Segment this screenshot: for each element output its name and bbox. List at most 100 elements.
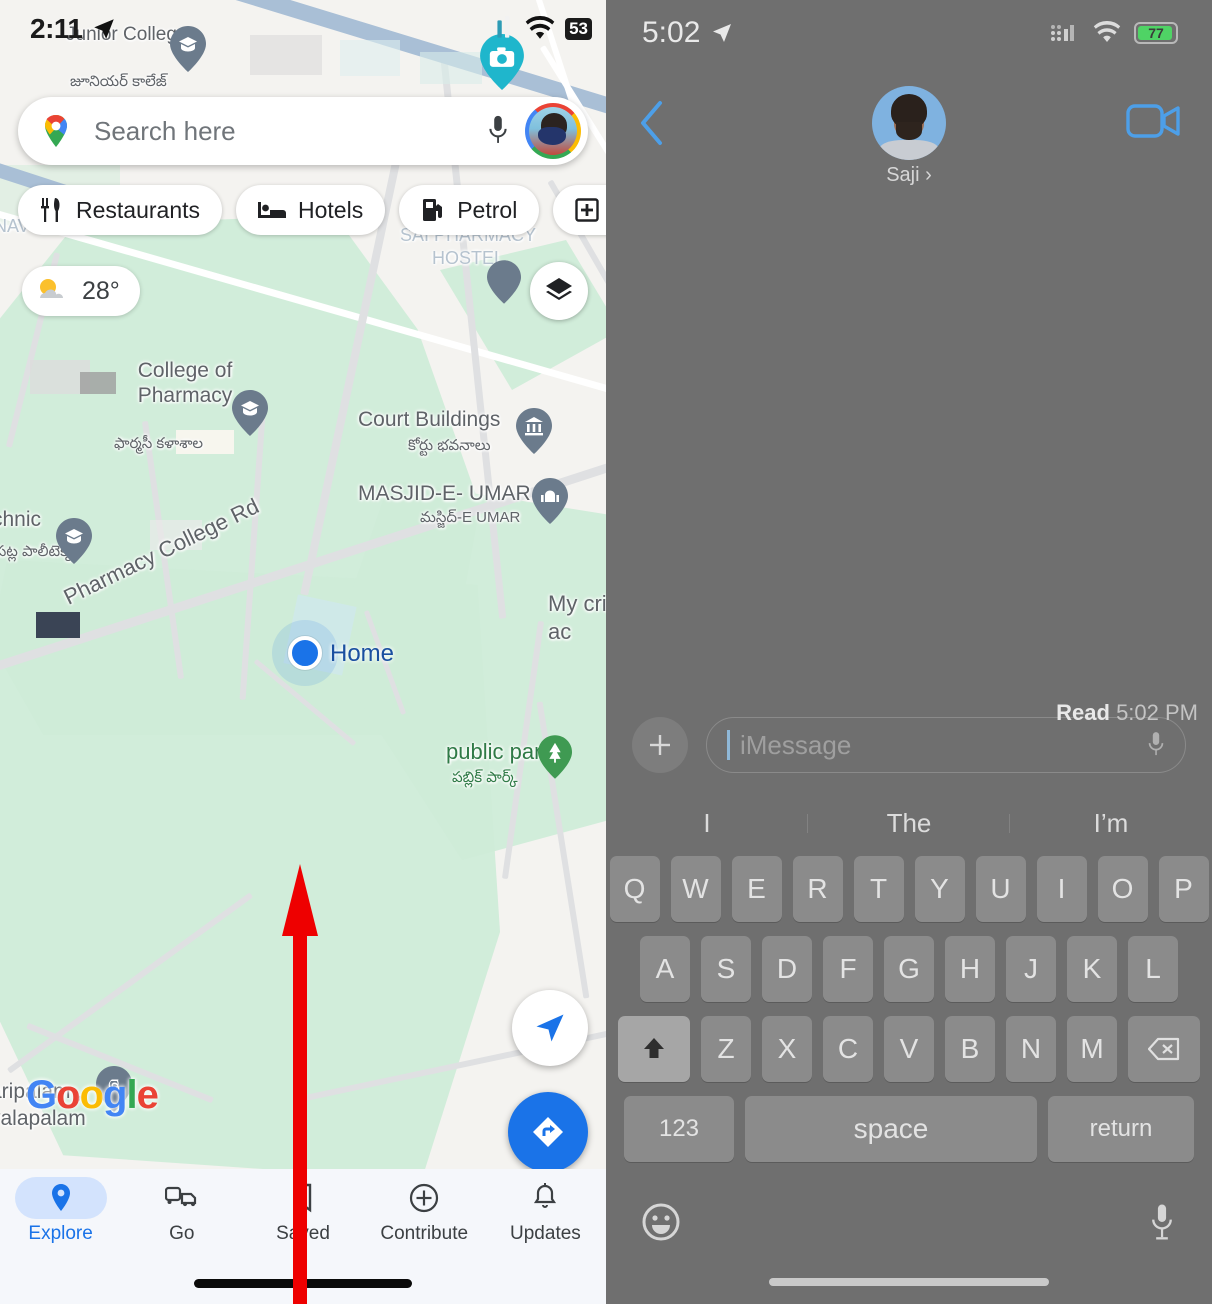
- profile-avatar[interactable]: [525, 103, 581, 159]
- contact-name-text: Saji: [886, 164, 920, 186]
- key-s[interactable]: S: [701, 936, 751, 1002]
- key-z[interactable]: Z: [701, 1016, 751, 1082]
- contact-avatar[interactable]: [872, 86, 946, 160]
- ios-home-indicator: [769, 1278, 1049, 1286]
- keyboard-row-3: Z X C V B N M: [606, 1016, 1212, 1082]
- key-e[interactable]: E: [731, 856, 782, 922]
- key-n[interactable]: N: [1006, 1016, 1056, 1082]
- key-i[interactable]: I: [1036, 856, 1087, 922]
- school-pin-icon[interactable]: [56, 518, 92, 564]
- home-location-dot[interactable]: [288, 636, 322, 670]
- read-receipt-time: 5:02 PM: [1116, 700, 1198, 725]
- google-maps-logo: [45, 115, 67, 147]
- park-pin-icon[interactable]: [538, 735, 572, 779]
- search-bar[interactable]: Search here: [18, 97, 588, 165]
- key-p[interactable]: P: [1158, 856, 1209, 922]
- voice-search-button[interactable]: [477, 114, 519, 148]
- shift-key[interactable]: [618, 1016, 690, 1082]
- keyboard-row-1: Q W E R T Y U I O P: [606, 856, 1212, 922]
- nav-item-go[interactable]: Go: [121, 1177, 242, 1245]
- cellular-icon: [1051, 25, 1074, 41]
- key-d[interactable]: D: [762, 936, 812, 1002]
- read-receipt: Read 5:02 PM: [1056, 700, 1198, 726]
- key-v[interactable]: V: [884, 1016, 934, 1082]
- microphone-icon: [489, 115, 507, 143]
- nav-item-updates[interactable]: Updates: [485, 1177, 606, 1245]
- battery-indicator: 77: [1134, 22, 1178, 44]
- key-y[interactable]: Y: [914, 856, 965, 922]
- map-label-public-park: public park: [446, 739, 553, 764]
- read-receipt-status: Read: [1056, 700, 1110, 725]
- restaurant-icon: [41, 198, 60, 222]
- chip-label: Petrol: [457, 196, 518, 223]
- annotation-red-up-arrow: [282, 864, 318, 1304]
- map-pin-icon[interactable]: [487, 260, 521, 304]
- my-location-button[interactable]: [512, 990, 588, 1066]
- key-u[interactable]: U: [975, 856, 1026, 922]
- weather-pill[interactable]: 28°: [22, 266, 140, 316]
- key-m[interactable]: M: [1067, 1016, 1117, 1082]
- ios-keyboard: I The I’m Q W E R T Y U I O P A S D F G …: [606, 790, 1212, 1304]
- key-t[interactable]: T: [853, 856, 904, 922]
- key-q[interactable]: Q: [609, 856, 660, 922]
- facetime-button[interactable]: [1126, 102, 1182, 145]
- hotel-bed-icon: [258, 202, 287, 218]
- back-button[interactable]: [638, 100, 664, 151]
- shift-icon: [644, 1038, 664, 1058]
- key-j[interactable]: J: [1006, 936, 1056, 1002]
- key-h[interactable]: H: [945, 936, 995, 1002]
- chip-label: Hotels: [298, 196, 364, 223]
- attachments-button[interactable]: [632, 717, 688, 773]
- key-a[interactable]: A: [640, 936, 690, 1002]
- map-label-public-park-te: పబ్లిక్ పార్క్: [452, 769, 518, 786]
- layers-button[interactable]: [530, 262, 588, 320]
- directions-icon: [533, 1117, 563, 1147]
- photo-pin-icon[interactable]: [480, 34, 524, 90]
- microphone-icon[interactable]: [1145, 730, 1167, 760]
- home-marker-label: Home: [330, 640, 395, 667]
- space-key[interactable]: space: [745, 1096, 1037, 1162]
- chip-hospital[interactable]: Hosp: [553, 185, 606, 235]
- prediction-1[interactable]: I: [606, 808, 808, 839]
- backspace-icon: [1148, 1037, 1180, 1061]
- backspace-key[interactable]: [1128, 1016, 1200, 1082]
- nav-label: Contribute: [380, 1223, 469, 1244]
- search-input[interactable]: Search here: [94, 116, 477, 147]
- wifi-icon: [1093, 21, 1121, 42]
- key-x[interactable]: X: [762, 1016, 812, 1082]
- chip-hotels[interactable]: Hotels: [236, 185, 386, 235]
- map-label-college-of-pharmacy-te: ఫార్మసీ కళాశాల: [114, 435, 204, 452]
- return-key[interactable]: return: [1048, 1096, 1194, 1162]
- map-label-junior-college-te: జూనియర్ కాలేజ్: [70, 73, 167, 90]
- chip-restaurants[interactable]: Restaurants: [18, 185, 223, 235]
- partly-cloudy-icon: [40, 279, 63, 298]
- school-pin-icon[interactable]: [232, 390, 268, 436]
- category-chips: Restaurants Hotels Petrol Hosp: [18, 185, 606, 235]
- key-k[interactable]: K: [1067, 936, 1117, 1002]
- contact-name[interactable]: Saji ›: [886, 164, 932, 187]
- key-w[interactable]: W: [670, 856, 721, 922]
- layers-icon: [546, 278, 572, 300]
- prediction-3[interactable]: I’m: [1010, 808, 1212, 839]
- nav-item-explore[interactable]: Explore: [0, 1177, 121, 1245]
- back-chevron-icon: [641, 101, 662, 145]
- key-c[interactable]: C: [823, 1016, 873, 1082]
- key-r[interactable]: R: [792, 856, 843, 922]
- courthouse-pin-icon[interactable]: [516, 408, 552, 454]
- key-g[interactable]: G: [884, 936, 934, 1002]
- key-b[interactable]: B: [945, 1016, 995, 1082]
- chip-petrol[interactable]: Petrol: [399, 185, 540, 235]
- school-pin-icon[interactable]: [170, 26, 206, 72]
- key-o[interactable]: O: [1097, 856, 1148, 922]
- prediction-2[interactable]: The: [808, 808, 1010, 839]
- plus-icon: [650, 735, 670, 755]
- microphone-icon[interactable]: [1148, 1202, 1176, 1242]
- nav-item-contribute[interactable]: Contribute: [364, 1177, 485, 1245]
- key-f[interactable]: F: [823, 936, 873, 1002]
- mosque-pin-icon[interactable]: [532, 478, 568, 524]
- directions-button[interactable]: [508, 1092, 588, 1172]
- emoji-icon[interactable]: [642, 1203, 680, 1241]
- numbers-key[interactable]: 123: [624, 1096, 734, 1162]
- map-label-polytechnic: chnic: [0, 508, 42, 531]
- key-l[interactable]: L: [1128, 936, 1178, 1002]
